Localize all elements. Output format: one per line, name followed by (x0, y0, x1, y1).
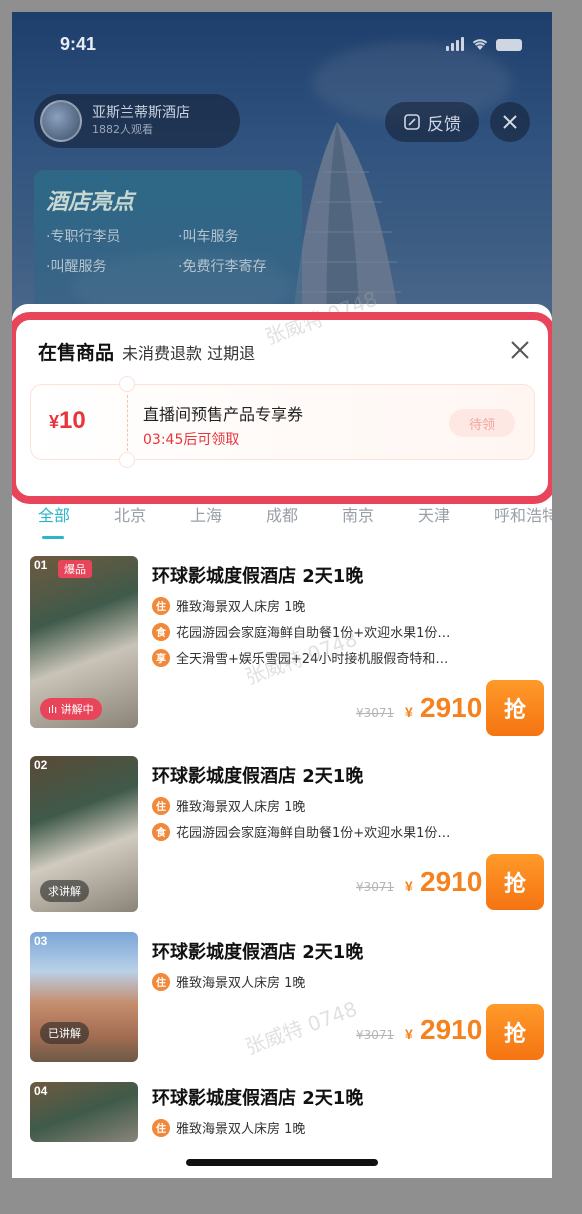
product-rank: 03 (34, 934, 48, 948)
coupon-name: 直播间预售产品专享券 (143, 405, 304, 424)
cellular-signal-icon (446, 37, 464, 51)
product-thumbnail[interactable]: 03 已讲解 (30, 932, 138, 1062)
product-rank: 04 (34, 1084, 48, 1098)
request-explain-badge[interactable]: 求讲解 (40, 880, 89, 902)
product-title: 环球影城度假酒店 2天1晚 (152, 1088, 364, 1109)
edit-icon (404, 114, 420, 130)
product-feature: 享 全天滑雪+娱乐雪园+24小时接机服假奇特和… (152, 648, 532, 667)
product-thumbnail[interactable]: 02 求讲解 (30, 756, 138, 912)
price-currency: ¥ (405, 1026, 413, 1042)
status-icons (446, 37, 522, 51)
food-icon: 食 (152, 622, 170, 641)
feedback-label: 反馈 (427, 114, 461, 135)
buy-button[interactable]: 抢 (486, 854, 544, 910)
claim-coupon-button[interactable]: 待领 (449, 409, 515, 437)
sheet-subtitle: 未消费退款 过期退 (122, 344, 256, 363)
sheet-title: 在售商品 (38, 342, 115, 364)
original-price: ¥3071 (356, 880, 395, 894)
close-icon (503, 115, 517, 129)
hot-badge: 爆品 (58, 560, 92, 578)
product-title: 环球影城度假酒店 2天1晚 (152, 766, 364, 787)
product-thumbnail[interactable]: 01 爆品 ılı 讲解中 (30, 556, 138, 728)
product-feature: 食 花园游园会家庭海鲜自助餐1份+欢迎水果1份… (152, 622, 532, 641)
city-tabs: 全部 北京 上海 成都 南京 天津 呼和浩特 (38, 502, 552, 542)
tab-nanjing[interactable]: 南京 (342, 502, 418, 542)
product-feature: 住 雅致海景双人床房 1晚 (152, 1118, 532, 1137)
tab-beijing[interactable]: 北京 (114, 502, 190, 542)
current-price: 2910 (420, 692, 483, 723)
room-icon: 住 (152, 972, 170, 991)
product-item[interactable]: 03 已讲解 环球影城度假酒店 2天1晚 住 雅致海景双人床房 1晚 ¥3071… (30, 932, 544, 1062)
current-price: 2910 (420, 1014, 483, 1045)
product-title: 环球影城度假酒店 2天1晚 (152, 566, 364, 587)
room-icon: 住 (152, 796, 170, 815)
product-thumbnail[interactable]: 04 (30, 1082, 138, 1142)
tab-indicator (42, 536, 64, 539)
price-currency: ¥ (405, 878, 413, 894)
coupon-countdown: 03:45后可领取 (143, 432, 240, 448)
food-icon: 食 (152, 822, 170, 841)
product-item[interactable]: 01 爆品 ılı 讲解中 环球影城度假酒店 2天1晚 住 雅致海景双人床房 1… (30, 556, 544, 736)
product-rank: 01 (34, 558, 48, 572)
original-price: ¥3071 (356, 1028, 395, 1042)
equalizer-icon: ılı (48, 703, 61, 716)
home-indicator[interactable] (186, 1159, 378, 1166)
product-title: 环球影城度假酒店 2天1晚 (152, 942, 364, 963)
product-feature: 食 花园游园会家庭海鲜自助餐1份+欢迎水果1份… (152, 822, 532, 841)
perk-icon: 享 (152, 648, 170, 667)
feedback-button[interactable]: 反馈 (385, 102, 479, 142)
highlight-item: ·叫车服务 (178, 229, 239, 245)
price-currency: ¥ (405, 704, 413, 720)
product-feature: 住 雅致海景双人床房 1晚 (152, 796, 532, 815)
highlights-title: 酒店亮点 (46, 190, 135, 215)
highlight-item: ·免费行李寄存 (178, 259, 267, 275)
close-stream-button[interactable] (490, 102, 530, 142)
product-item[interactable]: 04 环球影城度假酒店 2天1晚 住 雅致海景双人床房 1晚 (30, 1082, 540, 1142)
host-avatar[interactable] (40, 100, 82, 142)
battery-icon (496, 39, 522, 51)
phone-screen: 9:41 亚斯兰蒂斯酒店 1882人观看 反馈 酒店亮点 ·专职行李员 ·叫车服… (12, 12, 552, 1178)
highlight-item: ·叫醒服务 (46, 259, 107, 275)
product-rank: 02 (34, 758, 48, 772)
host-info[interactable]: 亚斯兰蒂斯酒店 1882人观看 (34, 94, 240, 148)
wifi-icon (472, 39, 488, 50)
status-time: 9:41 (60, 34, 97, 54)
tab-hohhot[interactable]: 呼和浩特 (494, 502, 552, 542)
buy-button[interactable]: 抢 (486, 1004, 544, 1060)
coupon-card[interactable]: ¥10 直播间预售产品专享券 03:45后可领取 待领 (30, 376, 535, 468)
room-icon: 住 (152, 1118, 170, 1137)
close-sheet-icon[interactable] (508, 338, 532, 362)
product-item[interactable]: 02 求讲解 环球影城度假酒店 2天1晚 住 雅致海景双人床房 1晚 食 花园游… (30, 756, 544, 912)
live-stream-background: 9:41 亚斯兰蒂斯酒店 1882人观看 反馈 酒店亮点 ·专职行李员 ·叫车服… (12, 12, 552, 342)
coupon-amount: ¥10 (49, 407, 86, 434)
current-price: 2910 (420, 866, 483, 897)
buy-button[interactable]: 抢 (486, 680, 544, 736)
tab-shanghai[interactable]: 上海 (190, 502, 266, 542)
live-explaining-badge: ılı 讲解中 (40, 698, 102, 720)
tab-tianjin[interactable]: 天津 (418, 502, 494, 542)
product-feature: 住 雅致海景双人床房 1晚 (152, 596, 532, 615)
host-name: 亚斯兰蒂斯酒店 (92, 105, 190, 121)
viewer-count: 1882人观看 (92, 123, 153, 136)
explained-badge: 已讲解 (40, 1022, 89, 1044)
tab-chengdu[interactable]: 成都 (266, 502, 342, 542)
highlight-item: ·专职行李员 (46, 229, 121, 245)
sheet-header: 在售商品 未消费退款 过期退 (38, 338, 255, 365)
product-feature: 住 雅致海景双人床房 1晚 (152, 972, 532, 991)
original-price: ¥3071 (356, 706, 395, 720)
room-icon: 住 (152, 596, 170, 615)
